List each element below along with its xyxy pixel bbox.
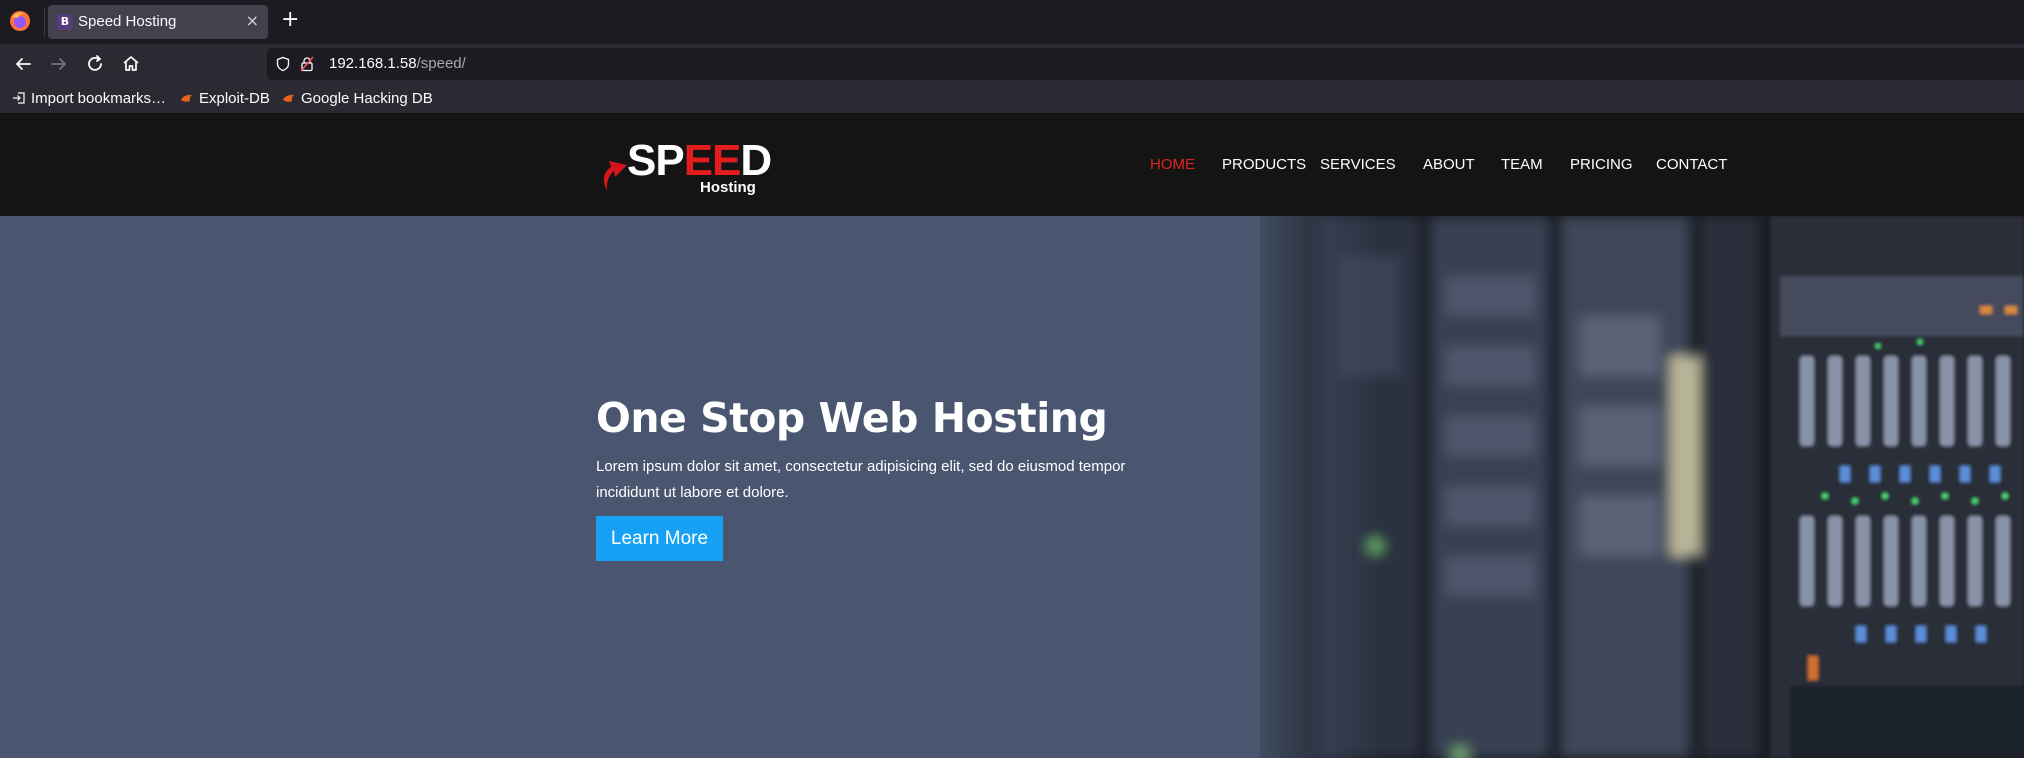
- browser-tab[interactable]: B Speed Hosting ×: [48, 5, 268, 39]
- nav-pricing[interactable]: PRICING: [1570, 156, 1633, 173]
- reload-icon[interactable]: [83, 52, 107, 76]
- bookmark-label: Exploit-DB: [199, 90, 270, 107]
- exploit-db-icon: [181, 94, 192, 102]
- nav-team[interactable]: TEAM: [1501, 156, 1543, 173]
- back-icon[interactable]: [11, 52, 35, 76]
- hero-image-fade: [1240, 216, 1380, 758]
- nav-services[interactable]: SERVICES: [1320, 156, 1396, 173]
- logo-arrow-icon: [603, 161, 627, 191]
- site-header: SPEED Hosting HOME PRODUCTS SERVICES ABO…: [0, 114, 2024, 216]
- home-icon[interactable]: [119, 52, 143, 76]
- ghdb-icon: [283, 94, 294, 102]
- url-host: 192.168.1.58: [329, 55, 417, 72]
- bookmark-label: Google Hacking DB: [301, 90, 433, 107]
- nav-about[interactable]: ABOUT: [1423, 156, 1475, 173]
- tab-separator: [44, 8, 45, 36]
- import-icon: [13, 92, 25, 104]
- logo-subtitle: Hosting: [700, 179, 756, 196]
- hero-description: Lorem ipsum dolor sit amet, consectetur …: [596, 458, 1126, 501]
- hero-title: One Stop Web Hosting: [596, 394, 1108, 442]
- bookmark-import[interactable]: Import bookmarks…: [12, 90, 166, 107]
- logo-wordmark: SPEED: [627, 136, 772, 185]
- firefox-icon[interactable]: [9, 10, 31, 32]
- forward-icon[interactable]: [47, 52, 71, 76]
- tab-title: Speed Hosting: [78, 13, 177, 30]
- browser-toolbar: 192.168.1.58/speed/: [0, 44, 2024, 84]
- bookmarks-toolbar: Import bookmarks… Exploit-DB Google Hack…: [0, 84, 2024, 114]
- address-bar[interactable]: 192.168.1.58/speed/: [267, 48, 2024, 80]
- web-page: SPEED Hosting HOME PRODUCTS SERVICES ABO…: [0, 114, 2024, 758]
- bootstrap-favicon-icon: B: [57, 14, 73, 30]
- insecure-lock-icon[interactable]: [299, 56, 315, 72]
- speed-hosting-logo[interactable]: SPEED Hosting: [597, 139, 777, 197]
- bookmark-label: Import bookmarks…: [31, 90, 167, 107]
- close-tab-icon[interactable]: ×: [246, 11, 259, 30]
- nav-products[interactable]: PRODUCTS: [1222, 156, 1306, 173]
- url-path: /speed/: [416, 55, 466, 72]
- url-text[interactable]: 192.168.1.58/speed/: [329, 55, 466, 72]
- browser-tab-strip: B Speed Hosting × +: [0, 0, 2024, 44]
- new-tab-button[interactable]: +: [281, 7, 299, 32]
- nav-home[interactable]: HOME: [1150, 156, 1195, 173]
- nav-contact[interactable]: CONTACT: [1656, 156, 1727, 173]
- bookmark-exploit-db[interactable]: Exploit-DB: [180, 90, 270, 107]
- shield-icon[interactable]: [275, 56, 291, 72]
- learn-more-button[interactable]: Learn More: [596, 516, 723, 561]
- bookmark-ghdb[interactable]: Google Hacking DB: [282, 90, 433, 107]
